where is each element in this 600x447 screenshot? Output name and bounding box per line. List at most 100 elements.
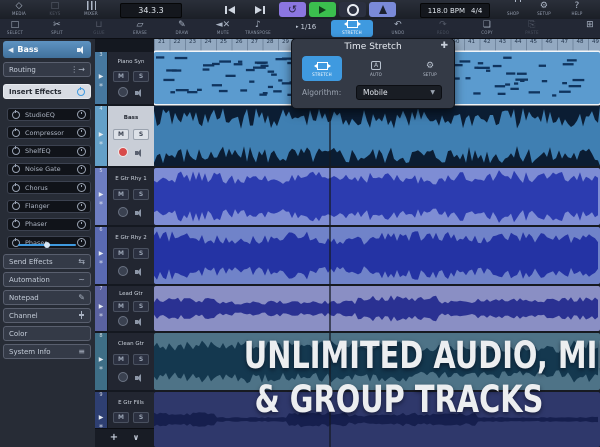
mixer-button[interactable]: MIXER <box>74 1 108 16</box>
freeze-icon[interactable]: * <box>99 366 103 374</box>
track-name[interactable]: E Gtr Fills <box>118 400 144 406</box>
region-e-gtr-fills[interactable] <box>154 392 600 447</box>
keys-button[interactable]: □ KEYS <box>38 1 72 16</box>
tool-draw[interactable]: ✎DRAW <box>159 20 205 35</box>
move-icon[interactable]: ✚ <box>440 41 448 51</box>
insert-effects-button[interactable]: Insert Effects <box>3 84 91 99</box>
mute-button[interactable]: M <box>113 189 129 200</box>
inspector-track-header[interactable]: ◀ Bass <box>3 41 91 58</box>
tool-erase[interactable]: ▱ERASE <box>117 20 163 35</box>
tool-transpose[interactable]: ♪TRANSPOSE <box>235 20 281 35</box>
inspector-scroll-slider[interactable] <box>18 244 76 246</box>
effect-slot-compressor[interactable]: Compressor <box>7 126 91 139</box>
region-clean-gtr[interactable] <box>154 333 600 390</box>
tool-split[interactable]: ✂SPLIT <box>34 20 80 35</box>
snap-value-button[interactable]: ▸ 1/16 <box>296 23 316 31</box>
mute-button[interactable]: M <box>113 354 129 365</box>
track-header-lead-gtr[interactable]: 7▶*Lead GtrMS <box>95 286 154 331</box>
tool-grid[interactable]: ⊞ <box>567 20 600 30</box>
edit-effect-icon[interactable] <box>77 128 86 137</box>
track-color-strip[interactable]: 4▶* <box>95 106 107 166</box>
effect-slot-studioeq[interactable]: StudioEQ <box>7 108 91 121</box>
track-header-clean-gtr[interactable]: 8▶*Clean GtrMS <box>95 333 154 390</box>
speaker-icon[interactable] <box>135 148 144 157</box>
freeze-icon[interactable]: * <box>99 83 103 91</box>
freeze-icon[interactable]: * <box>99 201 103 209</box>
monitor-icon[interactable]: ▶ <box>99 250 104 258</box>
tempo-display[interactable]: 118.0 BPM 4/4 <box>420 3 490 18</box>
freeze-icon[interactable]: * <box>99 313 103 321</box>
sidebar-item-color[interactable]: Color <box>3 326 91 341</box>
tool-paste[interactable]: ⎘PASTE <box>509 20 555 35</box>
effect-slot-shelfeq[interactable]: ShelfEQ <box>7 145 91 158</box>
mute-button[interactable]: M <box>113 71 129 82</box>
solo-button[interactable]: S <box>133 412 149 423</box>
track-header-piano-syn[interactable]: 3▶*Piano SynMS <box>95 52 154 104</box>
monitor-icon[interactable]: ▶ <box>99 414 104 422</box>
edit-effect-icon[interactable] <box>77 238 86 247</box>
skip-to-start-button[interactable] <box>216 2 243 17</box>
track-name[interactable]: Lead Gtr <box>119 291 143 297</box>
skip-to-end-button[interactable] <box>247 2 274 17</box>
monitor-icon[interactable]: ▶ <box>99 356 104 364</box>
speaker-icon[interactable] <box>135 267 144 276</box>
sidebar-item-automation[interactable]: Automation~ <box>3 272 91 287</box>
track-name[interactable]: Piano Syn <box>118 59 145 65</box>
region-e-gtr-rhy-2[interactable] <box>154 227 600 284</box>
setup-button[interactable]: ⚙ SETUP <box>527 1 561 16</box>
speaker-icon[interactable] <box>135 373 144 382</box>
effect-slot-flanger[interactable]: Flanger <box>7 200 91 213</box>
solo-button[interactable]: S <box>133 71 149 82</box>
tool-glue[interactable]: ⊔GLUE <box>76 20 122 35</box>
speaker-icon[interactable] <box>135 88 144 97</box>
edit-effect-icon[interactable] <box>77 110 86 119</box>
monitor-icon[interactable]: ▶ <box>99 303 104 311</box>
monitor-icon[interactable]: ▶ <box>99 191 104 199</box>
solo-button[interactable]: S <box>133 248 149 259</box>
song-position-display[interactable]: 34.3.3 <box>120 3 182 18</box>
mute-button[interactable]: M <box>113 412 129 423</box>
region-e-gtr-rhy-1[interactable] <box>154 168 600 225</box>
track-name[interactable]: E Gtr Rhy 1 <box>115 176 146 182</box>
solo-button[interactable]: S <box>133 354 149 365</box>
metronome-button[interactable] <box>369 2 396 17</box>
sidebar-item-system-info[interactable]: System Info≡ <box>3 344 91 359</box>
edit-effect-icon[interactable] <box>77 165 86 174</box>
track-color-strip[interactable]: 8▶* <box>95 333 107 390</box>
sidebar-item-notepad[interactable]: Notepad✎ <box>3 290 91 305</box>
record-arm-button[interactable] <box>118 207 128 217</box>
algorithm-dropdown[interactable]: Mobile ▼ <box>356 85 442 100</box>
track-color-strip[interactable]: 3▶* <box>95 52 107 104</box>
edit-effect-icon[interactable] <box>77 220 86 229</box>
monitor-icon[interactable]: ▶ <box>99 131 104 139</box>
stretch-tool-button[interactable]: STRETCH <box>331 20 373 37</box>
edit-effect-icon[interactable] <box>77 202 86 211</box>
popup-setup-button[interactable]: ⚙SETUP <box>410 56 450 81</box>
tool-undo[interactable]: ↶UNDO <box>375 20 421 35</box>
solo-button[interactable]: S <box>133 129 149 140</box>
media-button[interactable]: ◇ MEDIA <box>2 1 36 16</box>
chevron-down-icon[interactable]: ∨ <box>133 433 140 443</box>
track-name[interactable]: Bass <box>124 115 138 121</box>
play-button[interactable] <box>309 2 336 17</box>
sidebar-item-send-effects[interactable]: Send Effects⇆ <box>3 254 91 269</box>
shop-button[interactable]: SHOP <box>496 1 530 16</box>
track-header-e-gtr-rhy-1[interactable]: 5▶*E Gtr Rhy 1MS <box>95 168 154 225</box>
record-arm-button[interactable] <box>118 372 128 382</box>
track-color-strip[interactable]: 6▶* <box>95 227 107 284</box>
sidebar-item-channel[interactable]: Channel <box>3 308 91 323</box>
freeze-icon[interactable]: * <box>99 141 103 149</box>
record-arm-button[interactable] <box>118 266 128 276</box>
record-button[interactable] <box>339 2 366 17</box>
track-header-bass[interactable]: 4▶*BassMS <box>95 106 154 166</box>
add-track-button[interactable]: + <box>110 433 118 443</box>
popup-stretch-button[interactable]: STRETCH <box>302 56 342 81</box>
speaker-icon[interactable] <box>135 317 144 326</box>
edit-effect-icon[interactable] <box>77 183 86 192</box>
mute-button[interactable]: M <box>113 129 129 140</box>
monitor-icon[interactable]: ▶ <box>99 73 104 81</box>
track-color-strip[interactable]: 7▶* <box>95 286 107 331</box>
region-lead-gtr[interactable] <box>154 286 600 331</box>
record-arm-button[interactable] <box>118 147 128 157</box>
cycle-button[interactable]: ↺ <box>279 2 306 17</box>
